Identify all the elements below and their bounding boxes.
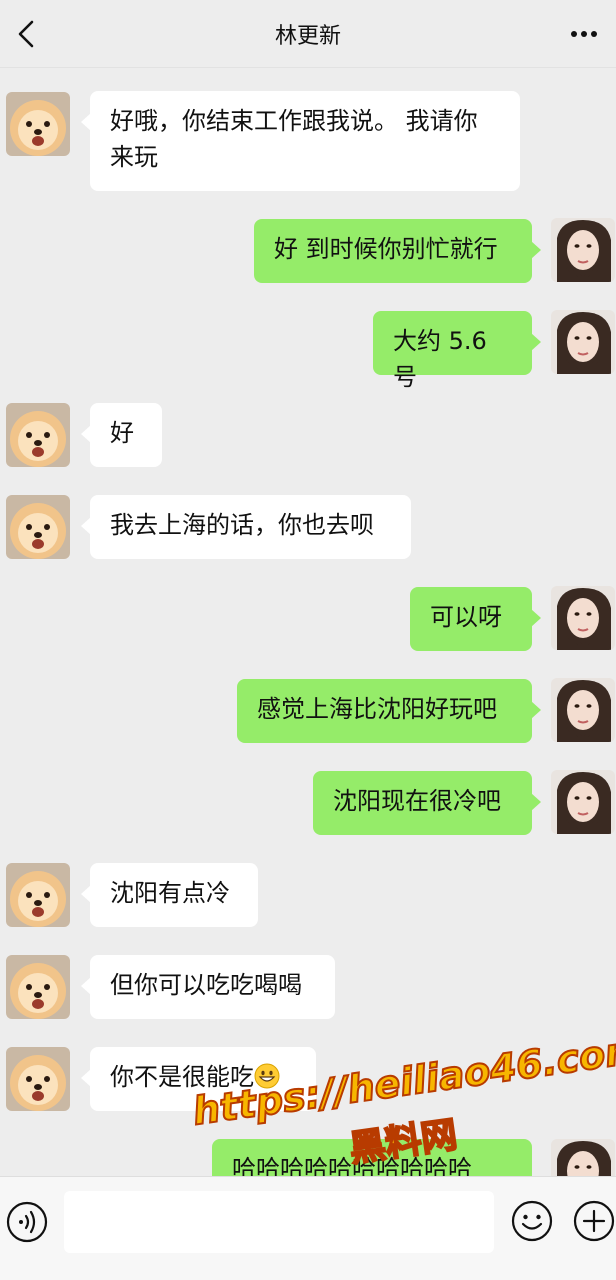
sent-message-bubble[interactable]: 好 到时候你别忙就行 [254, 219, 541, 283]
message-text: 可以呀 [430, 603, 502, 631]
watermark-name: 黑料网 [346, 1113, 461, 1171]
voice-icon[interactable] [6, 1201, 48, 1243]
message-text: 我去上海的话，你也去呗 [110, 511, 374, 539]
more-dots-icon[interactable] [564, 14, 604, 54]
message-text: 来玩 [110, 143, 158, 171]
contact-avatar[interactable] [6, 955, 70, 1019]
received-message-bubble[interactable]: 好 [81, 403, 162, 467]
message-text: 好 [110, 419, 134, 447]
self-avatar[interactable] [551, 310, 615, 374]
chat-title: 林更新 [274, 24, 341, 49]
message-text: 大约 5.6 号 [393, 327, 487, 391]
received-message-bubble[interactable]: 我去上海的话，你也去呗 [81, 495, 411, 559]
self-avatar[interactable] [551, 218, 615, 282]
emoji-icon[interactable] [510, 1199, 554, 1243]
self-avatar[interactable] [551, 586, 615, 650]
message-input[interactable] [64, 1191, 494, 1253]
received-message-bubble[interactable]: 沈阳有点冷 [81, 863, 258, 927]
message-text: 但你可以吃吃喝喝 [110, 971, 302, 999]
contact-avatar[interactable] [6, 92, 70, 156]
message-text: 沈阳有点冷 [110, 879, 230, 907]
plus-icon[interactable] [572, 1199, 616, 1243]
contact-avatar[interactable] [6, 1047, 70, 1111]
self-avatar[interactable] [551, 678, 615, 742]
contact-avatar[interactable] [6, 403, 70, 467]
contact-avatar[interactable] [6, 863, 70, 927]
received-message-bubble[interactable]: 但你可以吃吃喝喝 [81, 955, 335, 1019]
contact-avatar[interactable] [6, 495, 70, 559]
message-text: 好哦，你结束工作跟我说。 我请你 [110, 107, 478, 135]
message-text: 感觉上海比沈阳好玩吧 [257, 695, 497, 723]
message-text: 沈阳现在很冷吧 [333, 787, 501, 815]
self-avatar[interactable] [551, 770, 615, 834]
message-text: 好 到时候你别忙就行 [274, 235, 498, 263]
sent-message-bubble[interactable]: 大约 5.6 号 [373, 311, 541, 391]
sent-message-bubble[interactable]: 可以呀 [410, 587, 541, 651]
chat-header: 林更新 [0, 0, 616, 68]
sent-message-bubble[interactable]: 沈阳现在很冷吧 [313, 771, 541, 835]
received-message-bubble[interactable]: 好哦，你结束工作跟我说。 我请你 来玩 [81, 91, 520, 191]
sent-message-bubble[interactable]: 感觉上海比沈阳好玩吧 [237, 679, 541, 743]
